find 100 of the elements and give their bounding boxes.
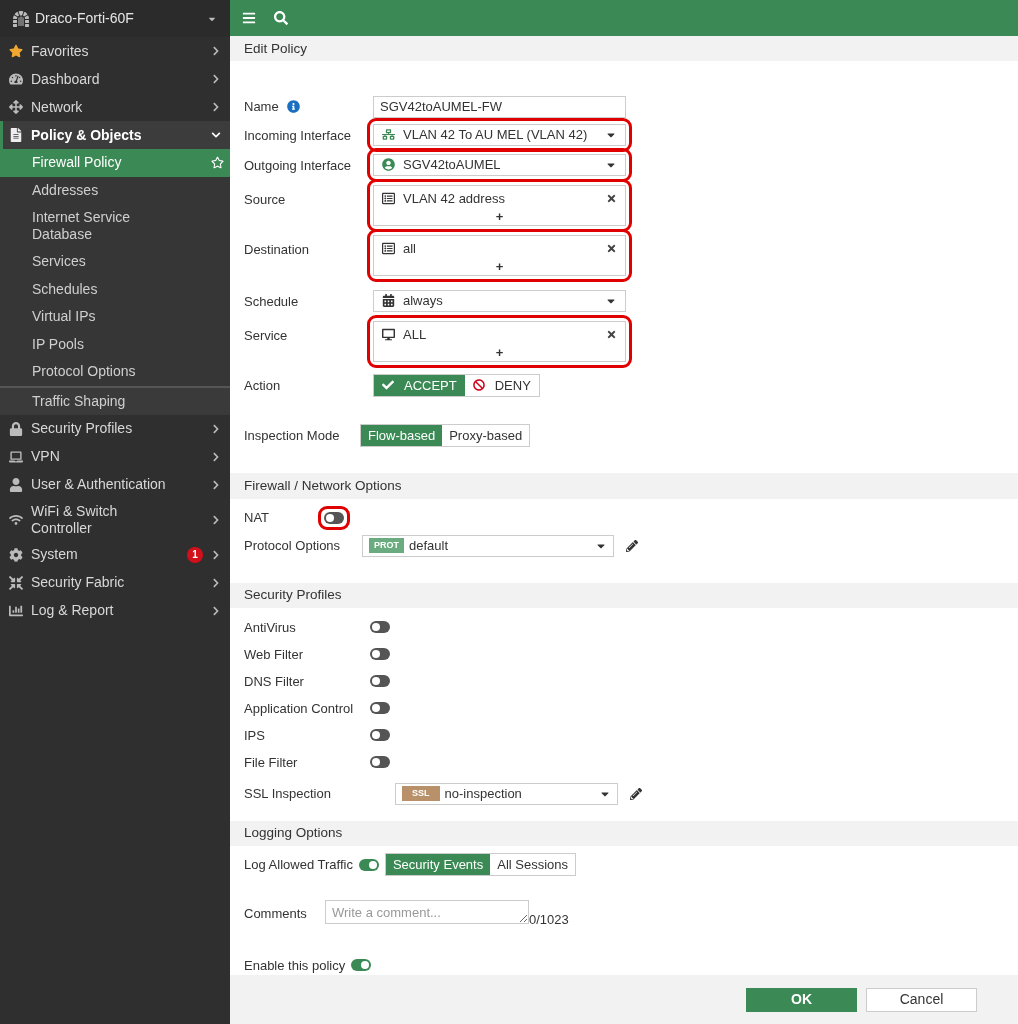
gauge-icon: [9, 72, 23, 86]
field-label: Service: [244, 328, 288, 344]
section-header: Firewall / Network Options: [230, 473, 1018, 499]
field-label: Enable this policy: [244, 956, 346, 975]
chevron-down-icon: [211, 130, 221, 140]
toggle-switch[interactable]: [370, 729, 390, 742]
dropdown[interactable]: SGV42toAUMEL: [373, 153, 626, 176]
toggle-switch[interactable]: [370, 675, 390, 688]
dropdown[interactable]: PROT default: [362, 534, 614, 557]
address-entry[interactable]: VLAN 42 address: [382, 189, 617, 208]
arrows-icon: [9, 100, 23, 114]
toggle-switch[interactable]: [370, 702, 390, 715]
menu-item[interactable]: System 1: [0, 540, 230, 569]
address-entry[interactable]: ALL: [382, 325, 617, 344]
menu-item[interactable]: Policy & Objects: [0, 121, 230, 149]
chevron-right-icon: [211, 479, 221, 490]
laptop-icon: [9, 449, 23, 464]
arrows-icon: [9, 575, 23, 590]
cancel-button[interactable]: Cancel: [866, 987, 977, 1012]
chevron-right-icon: [211, 577, 221, 588]
field-label: File Filter: [244, 753, 299, 772]
submenu-item[interactable]: Firewall Policy: [0, 149, 230, 177]
chevron-right-icon: [211, 605, 221, 616]
chevron-right-icon: [211, 451, 221, 462]
submenu-item[interactable]: Addresses: [0, 176, 230, 204]
menu-item[interactable]: VPN: [0, 442, 230, 471]
network-icon: [382, 128, 395, 142]
list-icon: [382, 241, 395, 255]
menu-item[interactable]: Log & Report: [0, 596, 230, 625]
chevron-right-icon: [211, 102, 221, 112]
chevron-right-icon: [211, 549, 221, 560]
search-icon[interactable]: [274, 11, 288, 25]
chevron-right-icon: [211, 514, 221, 525]
close-icon[interactable]: [606, 242, 617, 254]
edit-icon[interactable]: [630, 787, 642, 800]
menu-item[interactable]: WiFi & Switch Controller: [0, 498, 230, 541]
edit-icon[interactable]: [626, 539, 638, 552]
submenu-item[interactable]: Services: [0, 248, 230, 276]
close-icon[interactable]: [606, 328, 617, 340]
toggle-switch[interactable]: [370, 621, 390, 634]
menu-item[interactable]: Network: [0, 93, 230, 121]
user-icon: [9, 477, 23, 492]
lock-icon: [9, 421, 23, 436]
wifi-icon: [9, 512, 23, 527]
submenu-item[interactable]: Schedules: [0, 275, 230, 303]
tag-label: PROT: [369, 538, 404, 553]
toggle-switch[interactable]: [370, 756, 390, 769]
chevron-right-icon: [211, 74, 221, 84]
check-icon: [382, 379, 394, 392]
address-entry[interactable]: all: [382, 239, 617, 258]
comment-field[interactable]: Write a comment...: [325, 900, 529, 924]
menu-item[interactable]: Favorites: [0, 37, 230, 65]
field-label: SSL Inspection: [244, 785, 332, 803]
menu-item[interactable]: Security Fabric: [0, 568, 230, 597]
field-label: Name: [244, 97, 279, 116]
toggle-switch[interactable]: [324, 511, 344, 524]
mode-option[interactable]: Flow-based: [361, 424, 443, 446]
field-label: AntiVirus: [244, 618, 297, 637]
field-label: Incoming Interface: [244, 127, 351, 143]
character-counter: 0/1023: [529, 911, 569, 929]
submenu-item[interactable]: Internet Service Database: [0, 204, 230, 248]
bar-chart-icon: [9, 603, 23, 618]
submenu-item[interactable]: Protocol Options: [0, 358, 230, 386]
name-field[interactable]: SGV42toAUMEL-FW: [373, 95, 626, 118]
submenu-item[interactable]: Virtual IPs: [0, 303, 230, 331]
info-icon[interactable]: [286, 99, 300, 113]
device-selector[interactable]: Draco-Forti-60F: [0, 0, 230, 37]
dropdown[interactable]: always: [373, 289, 626, 312]
field-label: Log Allowed Traffic: [244, 855, 353, 874]
dropdown[interactable]: VLAN 42 To AU MEL (VLAN 42): [373, 123, 626, 146]
toggle-switch[interactable]: [358, 858, 379, 871]
star-icon[interactable]: [211, 156, 224, 170]
field-label: Action: [244, 378, 281, 394]
field-label: DNS Filter: [244, 672, 305, 691]
field-label: IPS: [244, 726, 266, 745]
dropdown[interactable]: SSL no-inspection: [395, 782, 618, 805]
star-icon: [9, 44, 23, 58]
menu-item[interactable]: Security Profiles: [0, 414, 230, 443]
menu-icon[interactable]: [242, 11, 256, 25]
add-button[interactable]: +: [495, 257, 504, 276]
close-icon[interactable]: [606, 192, 617, 204]
chevron-right-icon: [211, 46, 221, 56]
settings-icon: [9, 547, 23, 562]
log-option[interactable]: Security Events: [385, 854, 491, 875]
menu-item[interactable]: User & Authentication: [0, 470, 230, 499]
add-button[interactable]: +: [495, 207, 504, 226]
field-label: Web Filter: [244, 645, 304, 664]
prohibited-icon: [472, 379, 485, 392]
add-button[interactable]: +: [495, 343, 504, 362]
list-icon: [382, 191, 395, 205]
calendar-icon: [382, 294, 395, 308]
toggle-switch[interactable]: [351, 959, 372, 972]
submenu-item[interactable]: Traffic Shaping: [0, 385, 230, 415]
action-option[interactable]: ACCEPT: [374, 374, 465, 396]
toggle-switch[interactable]: [370, 648, 390, 661]
menu-item[interactable]: Dashboard: [0, 65, 230, 93]
field-label: Destination: [244, 242, 310, 258]
ok-button[interactable]: OK: [746, 987, 857, 1012]
submenu-item[interactable]: IP Pools: [0, 330, 230, 358]
field-label: Outgoing Interface: [244, 157, 351, 173]
